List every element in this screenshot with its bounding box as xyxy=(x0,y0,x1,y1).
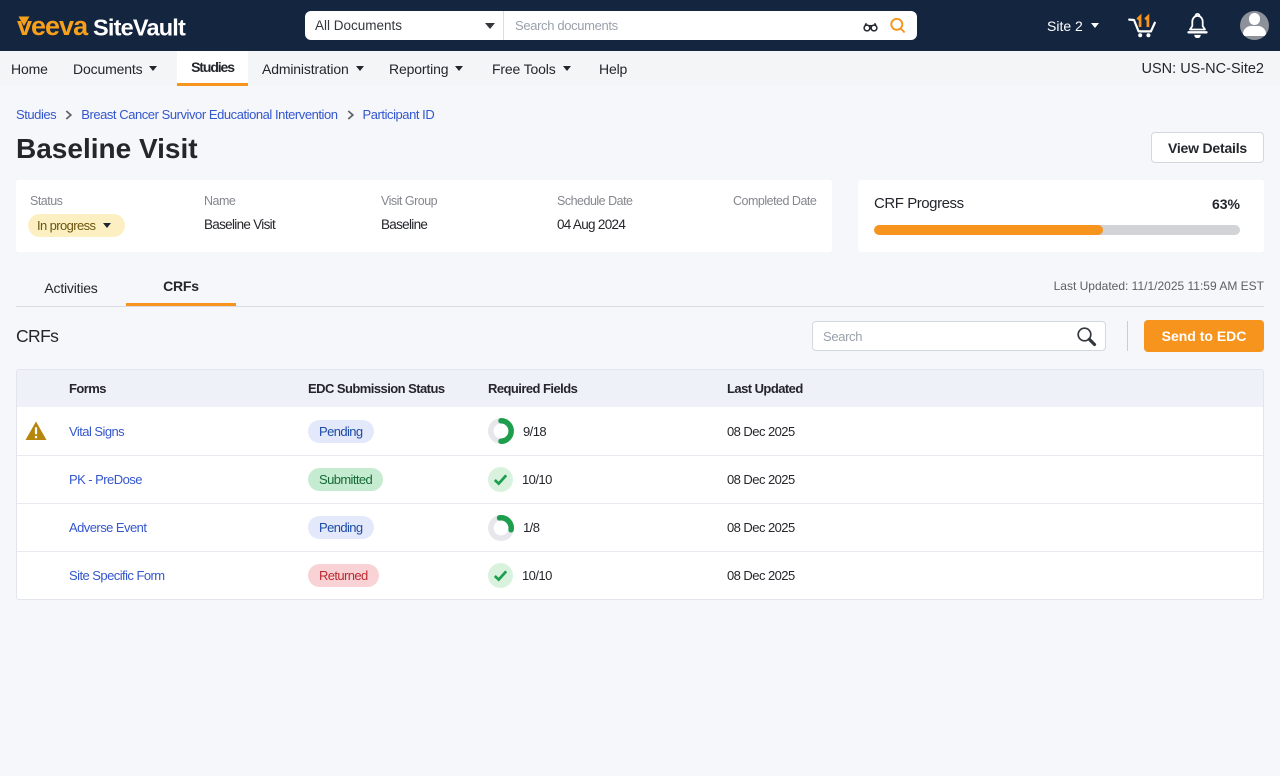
svg-text:veeva: veeva xyxy=(17,11,89,41)
svg-text:SiteVault: SiteVault xyxy=(93,15,186,41)
